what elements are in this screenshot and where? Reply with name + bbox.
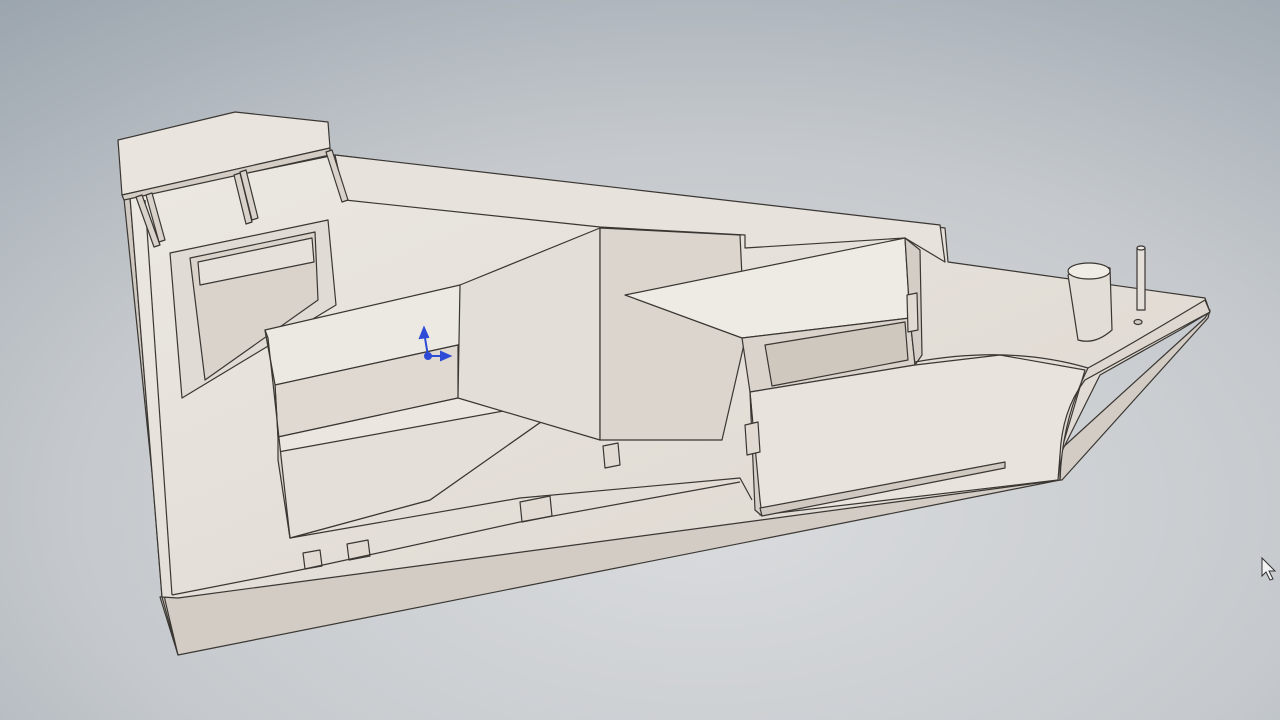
center-wedge-right xyxy=(599,227,746,441)
bow-mast xyxy=(1136,245,1146,311)
model-canvas[interactable] xyxy=(0,0,1280,720)
bow-deck-hole xyxy=(1133,318,1143,326)
cad-viewport[interactable] xyxy=(0,0,1280,720)
